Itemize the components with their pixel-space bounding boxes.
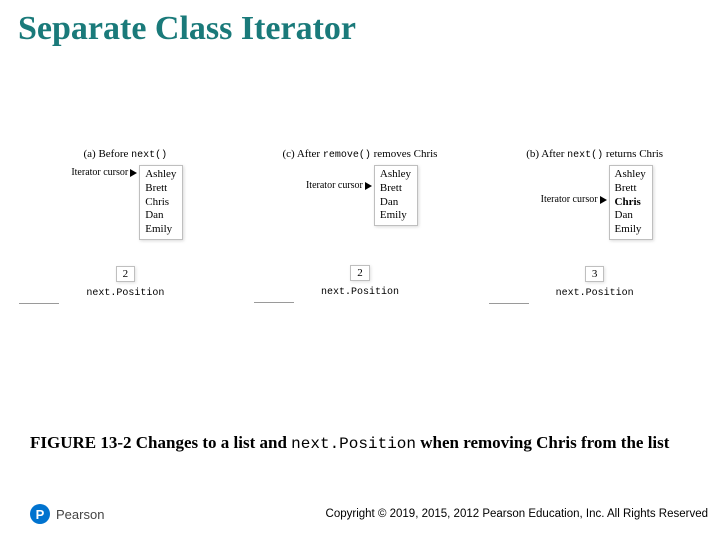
panel-c: (c) After remove() removes Chris Iterato… bbox=[250, 148, 470, 304]
divider bbox=[489, 303, 529, 304]
caption-figure-label: FIGURE 13-2 bbox=[30, 433, 132, 452]
brand-name: Pearson bbox=[56, 507, 104, 522]
panel-c-listbox: Ashley Brett Dan Emily bbox=[374, 165, 418, 226]
list-item: Chris bbox=[145, 196, 176, 210]
list-item: Ashley bbox=[615, 168, 646, 182]
panel-c-label-prefix: (c) After bbox=[283, 148, 323, 160]
panel-c-cursor-text: Iterator cursor bbox=[306, 180, 363, 191]
panel-b-position-box: 3 bbox=[585, 266, 605, 282]
panel-b-label-suffix: returns Chris bbox=[603, 148, 663, 160]
caption-before: Changes to a list and bbox=[132, 433, 292, 452]
figure-row: (a) Before next() Iterator cursor Ashley… bbox=[0, 148, 720, 304]
panel-a-cursor-label: Iterator cursor bbox=[71, 167, 137, 178]
list-item: Brett bbox=[380, 182, 411, 196]
list-item: Ashley bbox=[380, 168, 411, 182]
panel-b-position-label: next.Position bbox=[556, 288, 634, 299]
panel-c-label-code: remove() bbox=[323, 150, 371, 161]
arrow-icon bbox=[130, 169, 137, 177]
caption-after: when removing Chris from the list bbox=[416, 433, 669, 452]
panel-a-cursor-text: Iterator cursor bbox=[71, 167, 128, 178]
divider bbox=[254, 302, 294, 303]
panel-c-cursor-label: Iterator cursor bbox=[306, 180, 372, 191]
list-item: Brett bbox=[615, 182, 646, 196]
panel-b-listwrap: Iterator cursor Ashley Brett Chris Dan E… bbox=[485, 165, 705, 240]
panel-c-position-box: 2 bbox=[350, 265, 370, 281]
panel-b: (b) After next() returns Chris Iterator … bbox=[485, 148, 705, 304]
arrow-icon bbox=[600, 196, 607, 204]
panel-a-label-prefix: (a) Before bbox=[84, 148, 132, 160]
panel-b-label-prefix: (b) After bbox=[526, 148, 567, 160]
list-item: Brett bbox=[145, 182, 176, 196]
panel-c-cursor-col: Iterator cursor bbox=[302, 180, 372, 191]
arrow-icon bbox=[365, 182, 372, 190]
panel-b-cursor-label: Iterator cursor bbox=[541, 194, 607, 205]
panel-b-cursor-col: Iterator cursor bbox=[537, 194, 607, 205]
panel-a-label: (a) Before next() bbox=[84, 148, 168, 161]
list-item: Emily bbox=[380, 209, 411, 223]
list-item: Chris bbox=[615, 196, 646, 210]
panel-c-listwrap: Iterator cursor Ashley Brett Dan Emily bbox=[250, 165, 470, 226]
panel-b-label: (b) After next() returns Chris bbox=[526, 148, 663, 161]
panel-a-label-code: next() bbox=[131, 150, 167, 161]
copyright-text: Copyright © 2019, 2015, 2012 Pearson Edu… bbox=[326, 508, 708, 520]
list-item: Dan bbox=[615, 209, 646, 223]
panel-a-position-box: 2 bbox=[116, 266, 136, 282]
figure-caption: FIGURE 13-2 Changes to a list and next.P… bbox=[30, 432, 690, 455]
panel-c-label-suffix: removes Chris bbox=[371, 148, 438, 160]
brand: P Pearson bbox=[30, 504, 104, 524]
panel-c-position-label: next.Position bbox=[321, 287, 399, 298]
list-item: Ashley bbox=[145, 168, 176, 182]
panel-a: (a) Before next() Iterator cursor Ashley… bbox=[15, 148, 235, 304]
divider bbox=[19, 303, 59, 304]
list-item: Emily bbox=[145, 223, 176, 237]
list-item: Dan bbox=[145, 209, 176, 223]
footer: P Pearson Copyright © 2019, 2015, 2012 P… bbox=[0, 504, 720, 524]
panel-b-label-code: next() bbox=[567, 150, 603, 161]
panel-b-cursor-text: Iterator cursor bbox=[541, 194, 598, 205]
caption-code: next.Position bbox=[291, 435, 416, 453]
panel-b-listbox: Ashley Brett Chris Dan Emily bbox=[609, 165, 653, 240]
brand-logo-icon: P bbox=[30, 504, 50, 524]
list-item: Dan bbox=[380, 196, 411, 210]
panel-c-label: (c) After remove() removes Chris bbox=[283, 148, 438, 161]
list-item: Emily bbox=[615, 223, 646, 237]
panel-a-position-label: next.Position bbox=[86, 288, 164, 299]
page-title: Separate Class Iterator bbox=[0, 0, 720, 48]
panel-a-cursor-col: Iterator cursor bbox=[67, 167, 137, 178]
panel-a-listbox: Ashley Brett Chris Dan Emily bbox=[139, 165, 183, 240]
panel-a-listwrap: Iterator cursor Ashley Brett Chris Dan E… bbox=[15, 165, 235, 240]
